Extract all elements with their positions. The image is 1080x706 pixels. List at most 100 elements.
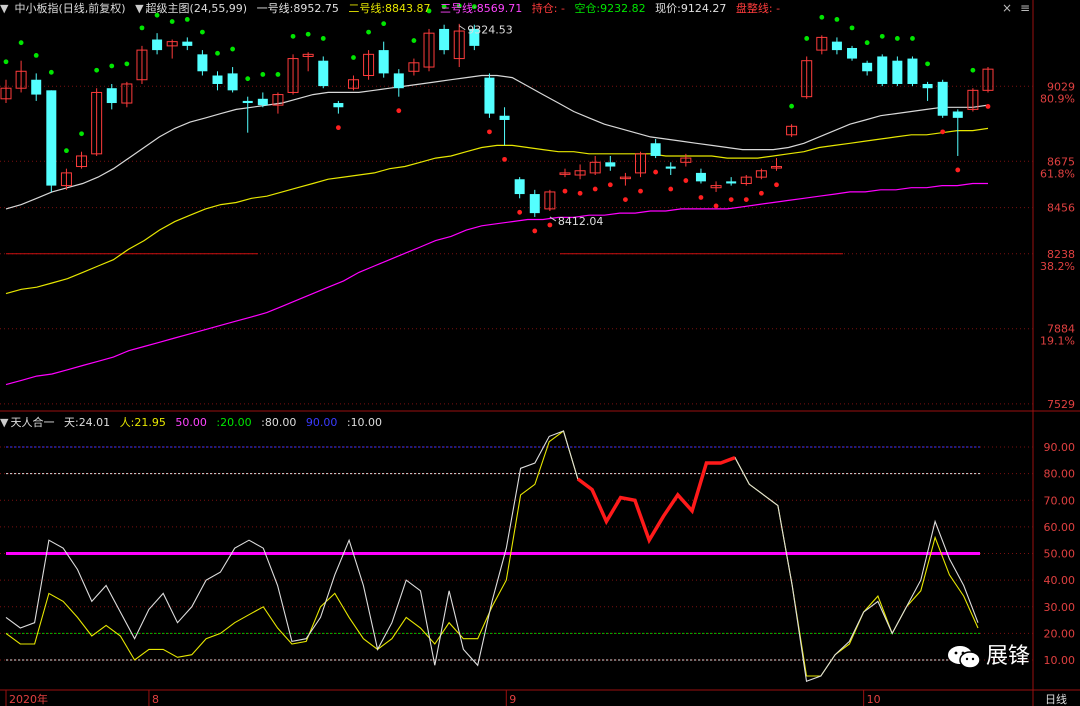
- signal-dot: [638, 188, 643, 194]
- signal-dot: [487, 129, 492, 135]
- time-label: 2020年: [9, 692, 48, 706]
- signal-dot: [970, 67, 976, 73]
- candle-body: [31, 79, 42, 95]
- candle-body: [182, 41, 193, 46]
- candle-body: [484, 77, 495, 114]
- signal-dot: [33, 52, 39, 58]
- signal-dot: [351, 55, 356, 60]
- signal-dot: [290, 33, 296, 39]
- signal-dot: [532, 228, 538, 234]
- signal-dot: [819, 14, 825, 20]
- signal-dot: [169, 19, 175, 24]
- signal-dot: [305, 31, 311, 37]
- settings-icon[interactable]: ≡: [1018, 1, 1032, 15]
- time-label: 8: [152, 693, 159, 706]
- signal-dot: [653, 169, 659, 175]
- signal-dot: [79, 131, 84, 137]
- tian-readout: 天:24.01: [63, 416, 111, 429]
- signal-dot: [713, 203, 719, 209]
- symbol-name: 中小板指(日线,前复权): [14, 2, 126, 15]
- candle-body: [439, 28, 450, 51]
- sub-tick-label: 50.00: [1044, 548, 1076, 561]
- sub-dropdown-icon[interactable]: ▼: [0, 416, 8, 429]
- candle-body: [333, 103, 344, 108]
- signal-dot: [48, 69, 54, 75]
- signal-dot: [200, 29, 205, 35]
- candle-body: [937, 81, 948, 116]
- ma-line-2: [5, 127, 989, 295]
- ma-line-3: [5, 182, 988, 386]
- candle-body: [152, 39, 163, 51]
- candle-body: [242, 100, 253, 104]
- signal-dot: [683, 178, 689, 183]
- signal-dot: [502, 156, 507, 162]
- signal-dot: [789, 103, 794, 109]
- fib-label: 38.2%: [1040, 260, 1075, 273]
- level-50-readout: 50.00: [175, 416, 207, 429]
- fib-label: 19.1%: [1040, 335, 1075, 348]
- extreme-label: 8412.04: [558, 215, 604, 228]
- level-20-readout: :20.00: [216, 416, 252, 429]
- candle-body: [499, 115, 510, 120]
- candle-body: [378, 50, 389, 74]
- signal-dot: [335, 125, 341, 131]
- candle-body: [907, 58, 918, 84]
- fib-label: 61.8%: [1040, 167, 1075, 180]
- candle-body: [922, 83, 933, 89]
- tian-line: [5, 430, 979, 683]
- signal-dot: [124, 61, 130, 67]
- main-chart-header: ▼ 中小板指(日线,前复权) ▼ 超级主图(24,55,99) 一号线:8952.7…: [0, 0, 786, 18]
- candle-body: [393, 73, 404, 89]
- signal-dot: [109, 63, 115, 69]
- chart-canvas: 90298675845682387884752980.9%61.8%38.2%1…: [0, 0, 1080, 706]
- price-tick-label: 7529: [1047, 398, 1075, 411]
- period-label: 日线: [1045, 692, 1067, 706]
- candle-body: [529, 194, 540, 214]
- signal-dot: [834, 17, 840, 22]
- candle-body: [514, 179, 525, 195]
- signal-dot: [411, 38, 417, 43]
- signal-dot: [804, 36, 810, 41]
- candle-body: [695, 172, 706, 182]
- sub-tick-label: 60.00: [1044, 521, 1076, 534]
- signal-dot: [215, 50, 220, 56]
- candle-body: [650, 143, 661, 156]
- signal-dot: [668, 186, 674, 192]
- signal-dot: [623, 197, 628, 202]
- candle-body: [46, 90, 57, 186]
- close-icon[interactable]: ×: [1000, 1, 1014, 15]
- signal-dot: [849, 25, 855, 31]
- sub-tick-label: 30.00: [1044, 601, 1076, 614]
- indicator-dropdown-icon[interactable]: ▼: [135, 2, 143, 15]
- candle-body: [257, 98, 268, 106]
- candle-body: [318, 60, 329, 87]
- signal-dot: [3, 59, 9, 65]
- sub-tick-label: 20.00: [1044, 627, 1076, 640]
- line2-readout: 二号线:8843.87: [348, 2, 431, 15]
- level-90-readout: 90.00: [305, 416, 338, 429]
- time-label: 10: [867, 693, 881, 706]
- signal-dot: [64, 148, 69, 154]
- level-80-readout: :80.00: [261, 416, 297, 429]
- signal-dot: [320, 36, 326, 41]
- signal-dot: [774, 182, 779, 188]
- overbought-highlight: [576, 455, 736, 545]
- signal-dot: [517, 209, 523, 215]
- watermark: 展锋: [946, 644, 1030, 670]
- candle-body: [106, 88, 117, 104]
- sub-tick-label: 70.00: [1044, 494, 1076, 507]
- signal-dot: [260, 72, 266, 77]
- price-tick-label: 8456: [1047, 202, 1075, 215]
- signal-dot: [562, 188, 568, 194]
- sub-tick-label: 80.00: [1044, 468, 1076, 481]
- extreme-label: 9324.53: [467, 24, 513, 37]
- signal-dot: [698, 195, 704, 200]
- signal-dot: [366, 29, 371, 35]
- dropdown-icon[interactable]: ▼: [0, 2, 8, 15]
- indicator-name: 超级主图(24,55,99): [145, 2, 248, 15]
- signal-dot: [577, 190, 583, 196]
- signal-dot: [879, 33, 885, 39]
- ma-line-1: [5, 74, 989, 210]
- empty-readout: 空仓:9232.82: [574, 2, 646, 15]
- line3-readout: 三号线:8569.71: [440, 2, 523, 15]
